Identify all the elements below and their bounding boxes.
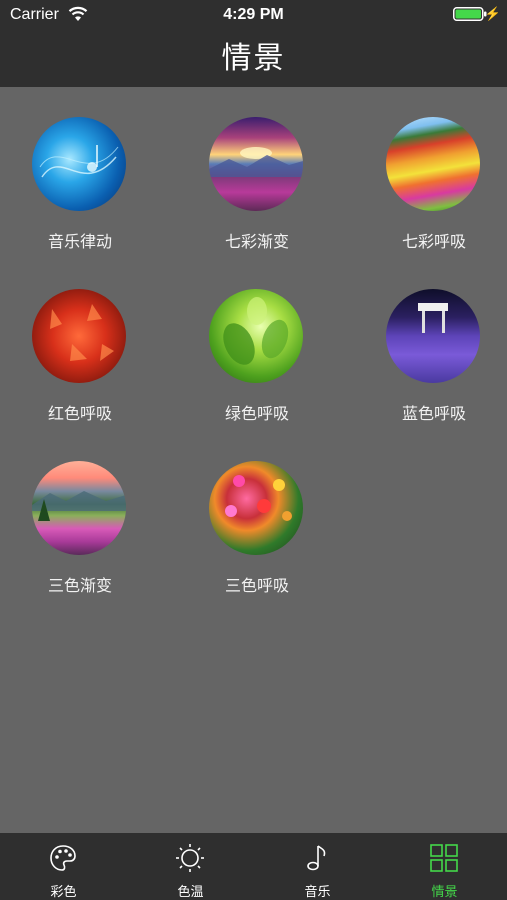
scene-label: 七彩呼吸 (401, 232, 466, 251)
tab-color-temperature[interactable]: 色温 (127, 833, 254, 900)
tab-color[interactable]: 彩色 (0, 833, 127, 900)
scene-item-rainbow-breathing[interactable]: 七彩呼吸 (354, 87, 507, 251)
scene-label: 三色渐变 (47, 576, 112, 595)
status-bar: Carrier 4:29 PM ⚡ (0, 0, 507, 30)
scene-item-tricolor-breathing[interactable]: 三色呼吸 (177, 431, 337, 595)
charging-icon: ⚡ (484, 6, 501, 21)
scene-item-tricolor-gradient[interactable]: 三色渐变 (0, 431, 160, 595)
blue-breathing-image (386, 289, 480, 383)
scene-label: 绿色呼吸 (224, 404, 289, 423)
red-breathing-image (32, 289, 126, 383)
scene-item-music-rhythm[interactable]: 音乐律动 (0, 87, 160, 251)
clock: 4:29 PM (223, 6, 284, 23)
battery-icon (453, 7, 487, 21)
scene-item-green-breathing[interactable]: 绿色呼吸 (177, 259, 337, 423)
scene-item-rainbow-gradient[interactable]: 七彩渐变 (177, 87, 337, 251)
tab-scene[interactable]: 情景 (381, 833, 507, 900)
scene-label: 音乐律动 (47, 232, 112, 251)
page-title: 情景 (221, 41, 286, 76)
tab-bar: 彩色 色温 音乐 情景 (0, 833, 507, 900)
tricolor-breathing-image (209, 461, 303, 555)
tab-label: 情景 (431, 885, 458, 900)
music-note-icon (307, 845, 326, 871)
green-breathing-image (209, 289, 303, 383)
tab-music[interactable]: 音乐 (254, 833, 381, 900)
scene-label: 三色呼吸 (224, 576, 289, 595)
grid-icon (430, 844, 458, 872)
tab-label: 音乐 (304, 885, 331, 900)
scene-label: 蓝色呼吸 (401, 404, 466, 423)
scene-item-red-breathing[interactable]: 红色呼吸 (0, 259, 160, 423)
tab-label: 彩色 (50, 885, 77, 900)
scene-label: 七彩渐变 (224, 232, 289, 251)
palette-icon (50, 845, 76, 871)
navigation-bar: Carrier 4:29 PM ⚡ 情景 (0, 0, 507, 87)
scene-item-blue-breathing[interactable]: 蓝色呼吸 (354, 259, 507, 423)
rainbow-breathing-image (386, 117, 480, 211)
sun-icon (176, 844, 204, 872)
tab-label: 色温 (177, 885, 204, 900)
tricolor-gradient-image (32, 461, 126, 555)
rainbow-gradient-image (209, 117, 303, 211)
scene-label: 红色呼吸 (47, 404, 112, 423)
music-rhythm-image (32, 117, 126, 211)
